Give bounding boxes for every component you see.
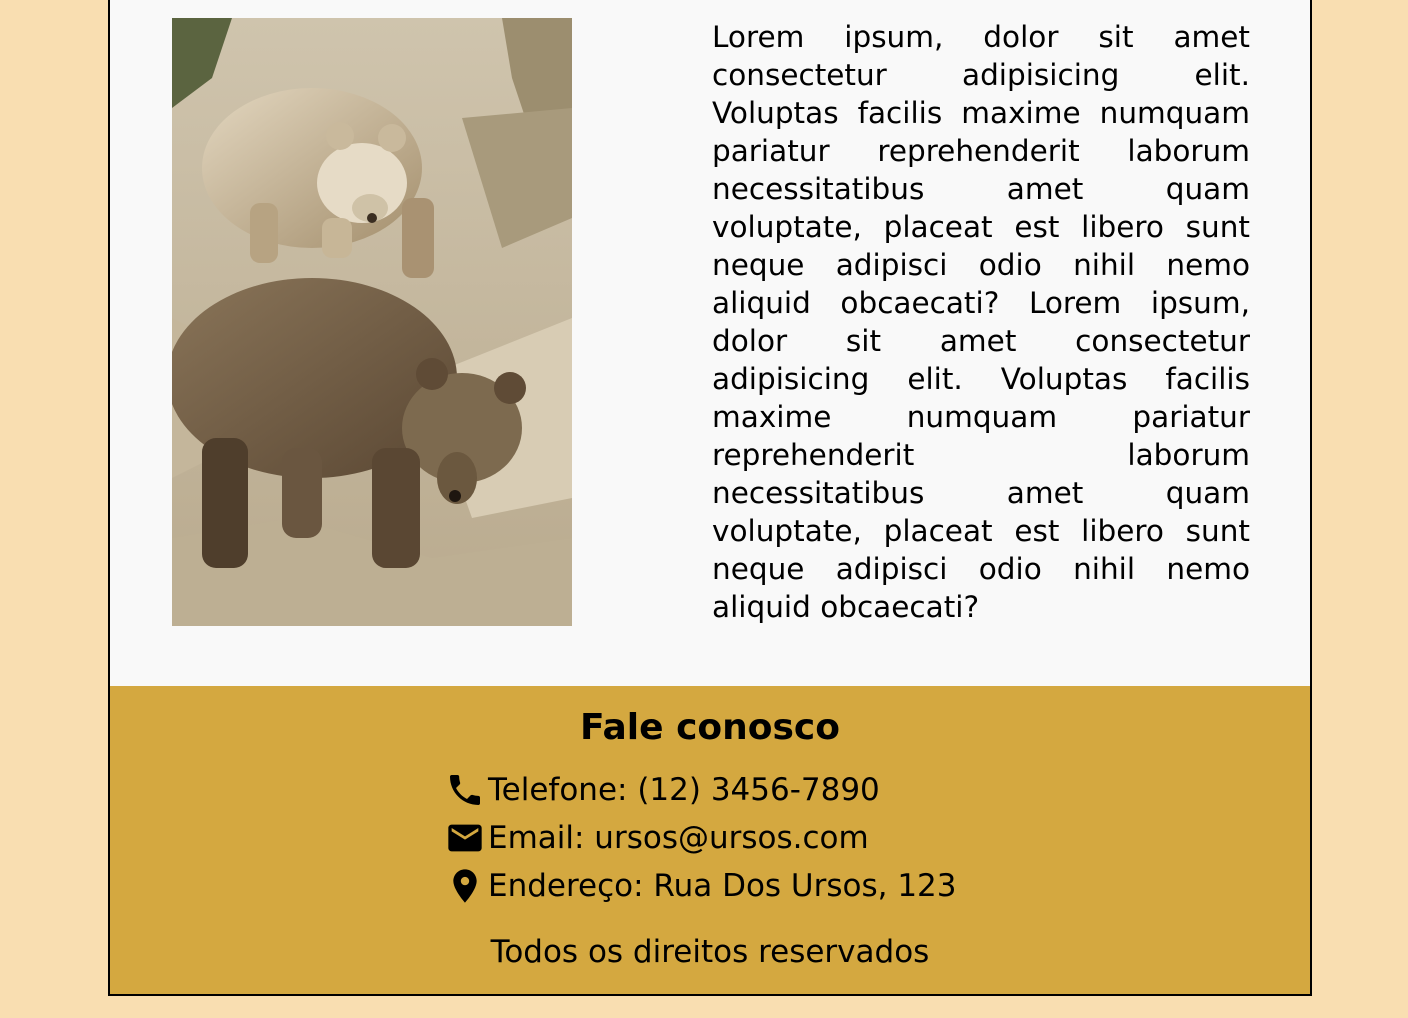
mail-icon [444,818,486,858]
contact-phone-text: Telefone: (12) 3456-7890 [488,772,880,808]
bear-photo [172,18,572,626]
contact-address: Endereço: Rua Dos Ursos, 123 [444,866,957,906]
page-container: Lorem ipsum, dolor sit amet consectetur … [108,0,1312,996]
contact-address-text: Endereço: Rua Dos Ursos, 123 [488,868,957,904]
contact-email-text: Email: ursos@ursos.com [488,820,869,856]
main-paragraph: Lorem ipsum, dolor sit amet consectetur … [712,20,1250,624]
copyright-text: Todos os direitos reservados [490,934,930,970]
contact-phone: Telefone: (12) 3456-7890 [444,770,880,810]
footer-title: Fale conosco [580,707,840,748]
footer: Fale conosco Telefone: (12) 3456-7890 Em… [110,686,1310,994]
contact-email[interactable]: Email: ursos@ursos.com [444,818,869,858]
main-content: Lorem ipsum, dolor sit amet consectetur … [110,0,1310,686]
location-pin-icon [444,866,486,906]
bear-photo-image [172,18,572,626]
phone-icon [444,770,486,810]
